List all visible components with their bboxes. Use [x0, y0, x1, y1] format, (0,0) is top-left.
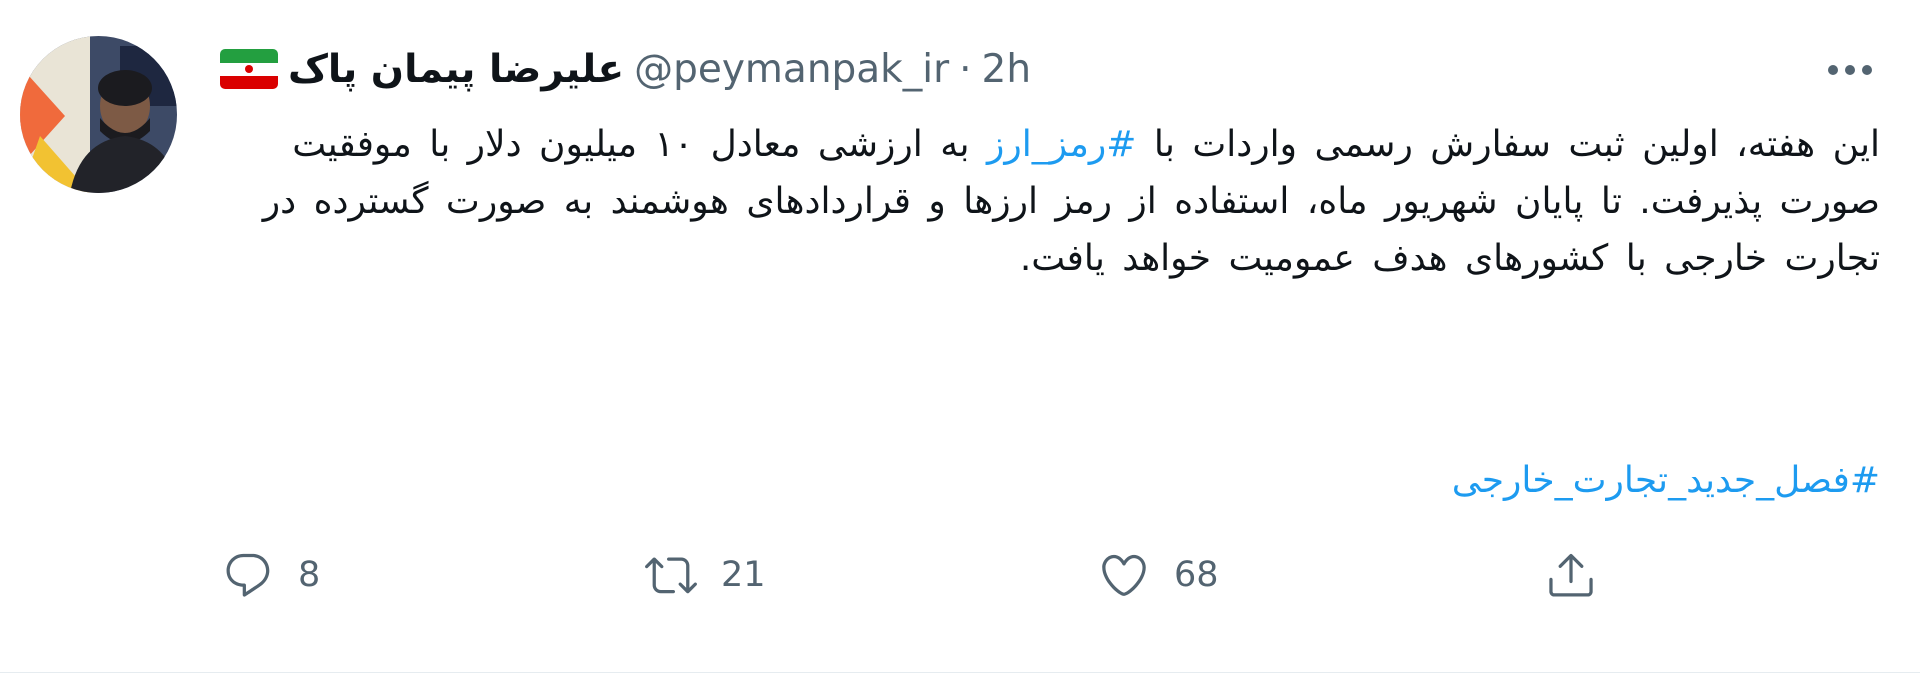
reply-icon: [226, 553, 270, 597]
hashtag-crypto[interactable]: #رمز_ارز: [987, 124, 1136, 165]
timestamp[interactable]: 2h: [982, 47, 1032, 92]
share-button[interactable]: [1545, 545, 1597, 605]
tweet-footer-hashtag: #فصل_جدید_تجارت_خارجی: [1000, 452, 1880, 509]
hashtag-new-trade-chapter[interactable]: #فصل_جدید_تجارت_خارجی: [1452, 460, 1880, 501]
more-options-button[interactable]: [1820, 48, 1880, 92]
like-button[interactable]: 68: [1098, 545, 1219, 605]
more-icon: [1828, 65, 1872, 75]
reply-button[interactable]: 8: [222, 545, 320, 605]
share-icon: [1549, 553, 1593, 597]
tweet-card[interactable]: علیرضا پیمان پاک @peymanpak_ir · 2h این …: [0, 0, 1920, 673]
user-handle[interactable]: @peymanpak_ir: [634, 47, 949, 92]
display-name[interactable]: علیرضا پیمان پاک: [288, 47, 624, 92]
tweet-actions: 8 21 68: [0, 545, 1920, 605]
separator-dot: ·: [959, 46, 972, 92]
heart-icon: [1102, 554, 1146, 596]
iran-flag-icon: [220, 49, 278, 89]
tweet-header: علیرضا پیمان پاک @peymanpak_ir · 2h: [220, 44, 1031, 94]
tweet-paragraph: این هفته، اولین ثبت سفارش رسمی واردات با…: [260, 116, 1880, 287]
tweet-text: این هفته، اولین ثبت سفارش رسمی واردات با…: [260, 116, 1880, 287]
retweet-icon: [645, 557, 697, 594]
reply-count: 8: [298, 555, 321, 595]
tweet-text-part: این هفته، اولین ثبت سفارش رسمی واردات با: [1136, 124, 1880, 165]
retweet-count: 21: [721, 555, 766, 595]
tweet-text-part: به ارزشی معادل ۱۰: [654, 124, 987, 165]
retweet-button[interactable]: 21: [645, 545, 766, 605]
avatar[interactable]: [20, 36, 177, 193]
avatar-image: [20, 36, 177, 193]
like-count: 68: [1174, 555, 1219, 595]
